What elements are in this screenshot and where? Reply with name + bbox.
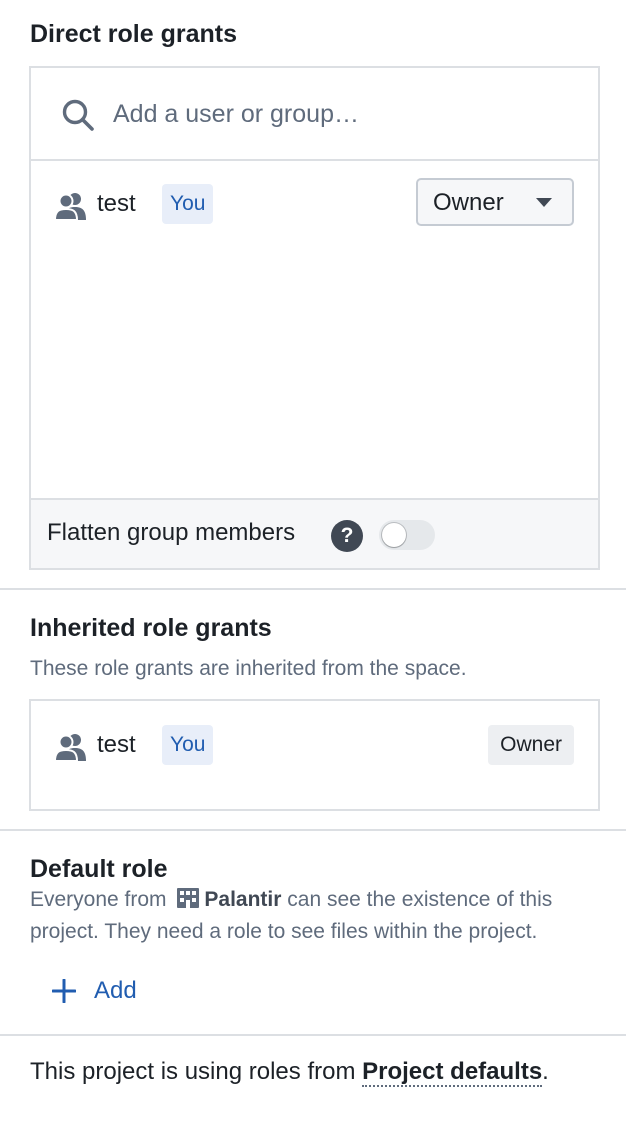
inherited-grant-row: test You Owner — [31, 721, 598, 771]
user-name: test — [97, 731, 136, 758]
project-defaults-link[interactable]: Project defaults — [362, 1058, 543, 1087]
add-default-role-button[interactable]: Add — [46, 970, 137, 1012]
role-badge: Owner — [488, 725, 574, 765]
default-role-description: Everyone from Palantir can see the exist… — [30, 884, 600, 948]
section-divider — [0, 1034, 626, 1036]
caret-down-icon — [536, 198, 552, 207]
flatten-row: Flatten group members ? — [31, 498, 598, 568]
project-defaults-note: This project is using roles from Project… — [30, 1058, 549, 1087]
inherited-role-grants-heading: Inherited role grants — [30, 614, 272, 642]
people-icon — [55, 734, 86, 762]
search-row — [31, 68, 598, 161]
user-name: test — [97, 190, 136, 217]
section-divider — [0, 829, 626, 831]
plus-icon — [52, 979, 76, 1003]
role-select[interactable]: Owner — [416, 178, 574, 226]
default-role-heading: Default role — [30, 855, 168, 883]
footer-suffix: . — [542, 1058, 549, 1085]
flatten-label: Flatten group members — [47, 519, 296, 546]
inherited-description: These role grants are inherited from the… — [30, 657, 467, 680]
search-input[interactable] — [113, 94, 573, 134]
direct-grants-panel: test You Owner Flatten group members ? — [29, 66, 600, 570]
organization-icon — [177, 888, 200, 908]
add-label: Add — [94, 977, 137, 1004]
flatten-toggle[interactable] — [379, 520, 435, 550]
you-tag: You — [162, 725, 214, 765]
section-divider — [0, 588, 626, 590]
people-icon — [55, 193, 86, 221]
role-select-label: Owner — [433, 189, 504, 216]
toggle-knob — [382, 523, 406, 547]
direct-role-grants-heading: Direct role grants — [30, 20, 238, 48]
default-desc-prefix: Everyone from — [30, 888, 167, 911]
inherited-grants-panel: test You Owner — [29, 699, 600, 811]
footer-prefix: This project is using roles from — [30, 1058, 356, 1085]
organization-name: Palantir — [204, 888, 282, 911]
search-icon — [62, 99, 94, 131]
help-icon[interactable]: ? — [331, 520, 363, 552]
you-tag: You — [162, 184, 214, 224]
direct-grant-row: test You Owner — [31, 178, 598, 230]
